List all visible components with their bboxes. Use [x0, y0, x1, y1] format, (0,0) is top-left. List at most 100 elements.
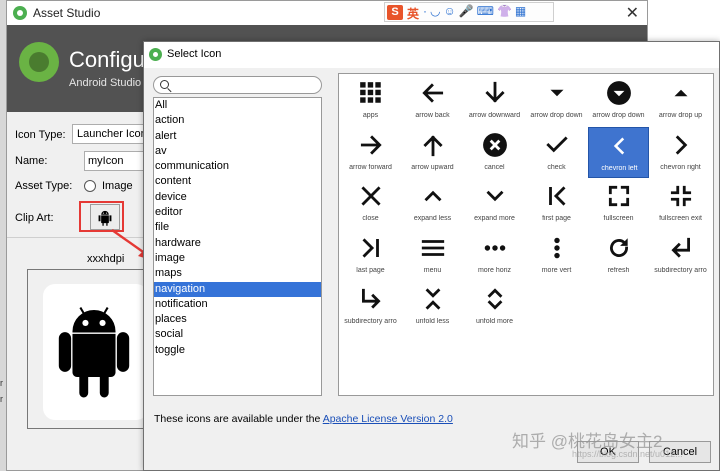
search-icon: [160, 80, 169, 89]
icon-tile-expand-less[interactable]: expand less: [402, 178, 463, 229]
category-item-image[interactable]: image: [154, 251, 321, 266]
icon-tile-last-page[interactable]: last page: [340, 230, 401, 281]
icon-tile-subdirectory-arrow-right[interactable]: subdirectory arro: [340, 281, 401, 332]
category-item-content[interactable]: content: [154, 174, 321, 189]
icon-preview-frame: [27, 269, 148, 429]
icon-preview: [43, 284, 148, 420]
search-input[interactable]: [172, 77, 317, 93]
category-item-hardware[interactable]: hardware: [154, 236, 321, 251]
category-item-av[interactable]: av: [154, 144, 321, 159]
arrow-drop-down-icon: [526, 77, 587, 109]
icon-tile-close[interactable]: close: [340, 178, 401, 229]
icon-tile-label: fullscreen: [603, 215, 634, 222]
arrow-drop-down-circle-icon: [588, 77, 649, 109]
icon-tile-arrow-drop-down[interactable]: arrow drop down: [526, 75, 587, 126]
icon-tile-unfold-more[interactable]: unfold more: [464, 281, 525, 332]
icon-tile-label: unfold less: [415, 318, 450, 325]
ime-toolbar[interactable]: S 英 ·◡☺🎤⌨👚▦: [384, 2, 554, 22]
category-item-action[interactable]: action: [154, 113, 321, 128]
category-item-file[interactable]: file: [154, 220, 321, 235]
icon-tile-arrow-drop-down-circle[interactable]: arrow drop down: [588, 75, 649, 126]
check-icon: [526, 129, 587, 161]
icon-tile-refresh[interactable]: refresh: [588, 230, 649, 281]
header-title: Configu: [69, 47, 145, 72]
window-title: Asset Studio: [33, 6, 101, 20]
ime-language-toggle[interactable]: 英: [407, 5, 419, 22]
icon-tile-label: refresh: [607, 266, 630, 274]
icon-tile-label: expand less: [413, 215, 452, 222]
arrow-downward-icon: [464, 77, 525, 109]
icon-tile-label: fullscreen exit: [659, 215, 702, 222]
icon-tile-label: arrow forward: [349, 163, 392, 171]
edge-tick: r: [0, 378, 3, 388]
icon-type-label: Icon Type:: [15, 129, 66, 141]
icon-tile-arrow-back[interactable]: arrow back: [402, 75, 463, 126]
category-item-social[interactable]: social: [154, 327, 321, 342]
icon-tile-label: more vert: [541, 266, 572, 274]
icon-tile-label: arrow back: [415, 112, 450, 119]
asset-type-image-label: Image: [102, 180, 133, 192]
expand-less-icon: [402, 180, 463, 212]
asset-studio-titlebar: Asset Studio S 英 ·◡☺🎤⌨👚▦ ✕: [7, 1, 647, 25]
icon-tile-first-page[interactable]: first page: [526, 178, 587, 229]
icon-tile-label: first page: [542, 215, 571, 222]
icon-tile-arrow-downward[interactable]: arrow downward: [464, 75, 525, 126]
unfold-less-icon: [402, 283, 463, 315]
icon-tile-chevron-left[interactable]: chevron left: [588, 126, 649, 178]
category-item-navigation[interactable]: navigation: [154, 281, 321, 297]
ime-tool-icons[interactable]: ·◡☺🎤⌨👚▦: [423, 4, 529, 18]
sogou-logo-icon[interactable]: S: [387, 5, 403, 20]
icon-tile-label: chevron left: [601, 164, 638, 172]
dialog-titlebar: Select Icon: [144, 42, 719, 68]
category-item-device[interactable]: device: [154, 190, 321, 205]
category-item-communication[interactable]: communication: [154, 159, 321, 174]
category-item-places[interactable]: places: [154, 312, 321, 327]
category-item-All[interactable]: All: [154, 98, 321, 113]
icon-tile-fullscreen[interactable]: fullscreen: [588, 178, 649, 229]
icon-tile-apps[interactable]: apps: [340, 75, 401, 126]
refresh-icon: [588, 232, 649, 264]
close-icon[interactable]: ✕: [626, 3, 639, 23]
icon-tile-more-vert[interactable]: more vert: [526, 230, 587, 281]
icon-tile-arrow-forward[interactable]: arrow forward: [340, 127, 401, 178]
icon-tile-label: chevron right: [660, 163, 701, 171]
icon-tile-cancel[interactable]: cancel: [464, 127, 525, 178]
icon-tile-menu[interactable]: menu: [402, 230, 463, 281]
icon-tile-more-horiz[interactable]: more horiz: [464, 230, 525, 281]
icon-tile-label: arrow upward: [411, 163, 454, 171]
category-item-alert[interactable]: alert: [154, 129, 321, 144]
fullscreen-exit-icon: [650, 180, 711, 212]
icon-tile-expand-more[interactable]: expand more: [464, 178, 525, 229]
icon-tile-label: last page: [356, 266, 385, 274]
menu-icon: [402, 232, 463, 264]
dialog-title: Select Icon: [167, 48, 222, 60]
license-text: These icons are available under the: [154, 413, 323, 425]
search-box[interactable]: [153, 76, 322, 94]
icon-tile-subdirectory-arrow-left[interactable]: subdirectory arro: [650, 230, 711, 281]
icon-tile-unfold-less[interactable]: unfold less: [402, 281, 463, 332]
category-item-notification[interactable]: notification: [154, 297, 321, 312]
arrow-upward-icon: [402, 129, 463, 161]
icon-tile-label: menu: [423, 266, 442, 274]
icon-tile-arrow-drop-up[interactable]: arrow drop up: [650, 75, 711, 126]
icon-tile-label: arrow drop up: [658, 112, 703, 119]
category-item-toggle[interactable]: toggle: [154, 343, 321, 358]
category-item-editor[interactable]: editor: [154, 205, 321, 220]
header-subtitle: Android Studio: [69, 77, 142, 89]
category-list[interactable]: All action alert av communication content devi…: [153, 97, 322, 396]
icon-tile-arrow-upward[interactable]: arrow upward: [402, 127, 463, 178]
more-horiz-icon: [464, 232, 525, 264]
license-link[interactable]: Apache License Version 2.0: [323, 413, 453, 425]
icon-tile-label: subdirectory arro: [344, 318, 397, 325]
asset-type-image-radio[interactable]: [84, 180, 96, 192]
watermark-url: https://blog.csdn.net/u012...: [572, 449, 683, 459]
android-studio-logo-icon: [19, 42, 59, 82]
category-item-maps[interactable]: maps: [154, 266, 321, 281]
cancel-icon: [464, 129, 525, 161]
icon-tile-chevron-right[interactable]: chevron right: [650, 127, 711, 178]
icon-tile-fullscreen-exit[interactable]: fullscreen exit: [650, 178, 711, 229]
icon-tile-check[interactable]: check: [526, 127, 587, 178]
icon-grid: apps arrow back arrow downward arrow drop d…: [338, 73, 714, 396]
icon-tile-label: apps: [362, 112, 379, 119]
asset-type-label: Asset Type:: [15, 180, 73, 192]
